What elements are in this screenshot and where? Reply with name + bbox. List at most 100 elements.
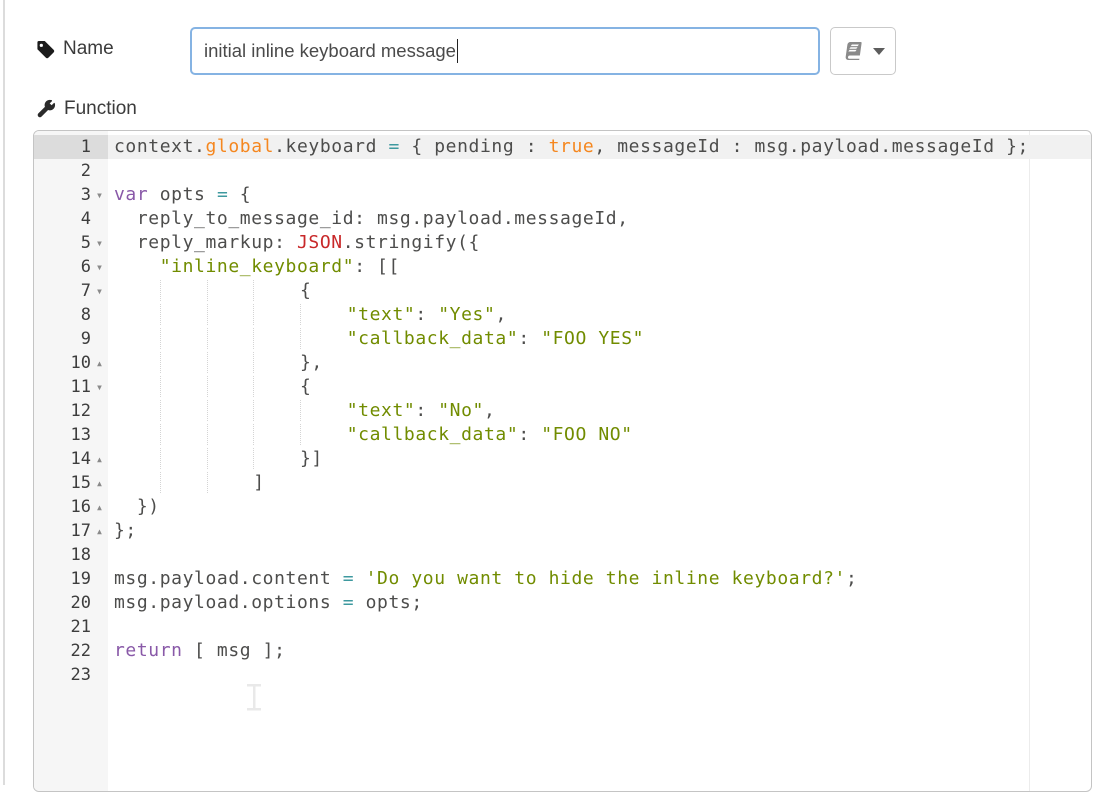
- gutter-line-3[interactable]: 3▾: [34, 183, 108, 207]
- code-token: .stringify({: [343, 232, 480, 253]
- mouse-ibeam-cursor: [243, 683, 265, 713]
- gutter-line-18[interactable]: 18: [34, 543, 108, 567]
- code-line-13[interactable]: "callback_data": "FOO NO": [114, 423, 1091, 447]
- code-token: return: [114, 640, 183, 661]
- code-token: "No": [438, 400, 484, 421]
- fold-open-icon[interactable]: ▾: [91, 231, 108, 255]
- code-line-20[interactable]: msg.payload.options = opts;: [114, 591, 1091, 615]
- code-line-21[interactable]: [114, 615, 1091, 639]
- function-label-text: Function: [64, 98, 137, 120]
- code-line-8[interactable]: "text": "Yes",: [114, 303, 1091, 327]
- code-line-1[interactable]: context.global.keyboard = { pending : tr…: [108, 135, 1091, 159]
- library-button[interactable]: [830, 27, 896, 75]
- line-number: 20: [34, 593, 91, 613]
- code-line-9[interactable]: "callback_data": "FOO YES": [114, 327, 1091, 351]
- fold-close-icon[interactable]: ▴: [91, 495, 108, 519]
- fold-open-icon[interactable]: ▾: [91, 375, 108, 399]
- gutter-line-19[interactable]: 19: [34, 567, 108, 591]
- line-number: 14: [34, 449, 91, 469]
- code-line-7[interactable]: {: [114, 279, 1091, 303]
- text-caret: [457, 39, 459, 63]
- line-number: 10: [34, 353, 91, 373]
- code-line-5[interactable]: reply_markup: JSON.stringify({: [114, 231, 1091, 255]
- code-line-12[interactable]: "text": "No",: [114, 399, 1091, 423]
- gutter-line-16[interactable]: 16▴: [34, 495, 108, 519]
- code-token: {: [117, 376, 311, 397]
- line-number: 7: [34, 281, 91, 301]
- code-line-15[interactable]: ]: [114, 471, 1091, 495]
- code-token: var: [114, 184, 148, 205]
- line-number: 16: [34, 497, 91, 517]
- code-line-11[interactable]: {: [114, 375, 1091, 399]
- code-line-19[interactable]: msg.payload.content = 'Do you want to hi…: [114, 567, 1091, 591]
- gutter-line-7[interactable]: 7▾: [34, 279, 108, 303]
- code-token: =: [217, 184, 228, 205]
- gutter-line-2[interactable]: 2: [34, 159, 108, 183]
- code-token: ]: [116, 472, 265, 493]
- code-token: msg.payload.options: [114, 592, 343, 613]
- gutter-line-17[interactable]: 17▴: [34, 519, 108, 543]
- editor-gutter[interactable]: 123▾45▾6▾7▾8910▴11▾121314▴15▴16▴17▴18192…: [34, 131, 108, 791]
- name-input[interactable]: initial inline keyboard message: [190, 27, 820, 75]
- line-number: 23: [34, 665, 91, 685]
- book-icon: [840, 39, 867, 63]
- code-token: global: [206, 136, 275, 157]
- gutter-line-13[interactable]: 13: [34, 423, 108, 447]
- code-token: , messageId : msg.payload.messageId };: [594, 136, 1029, 157]
- gutter-line-6[interactable]: 6▾: [34, 255, 108, 279]
- code-editor[interactable]: 123▾45▾6▾7▾8910▴11▾121314▴15▴16▴17▴18192…: [33, 130, 1092, 792]
- gutter-line-23[interactable]: 23: [34, 663, 108, 687]
- code-token: [118, 328, 347, 349]
- code-token: [118, 304, 347, 325]
- gutter-line-14[interactable]: 14▴: [34, 447, 108, 471]
- code-line-10[interactable]: },: [114, 351, 1091, 375]
- gutter-line-21[interactable]: 21: [34, 615, 108, 639]
- code-line-18[interactable]: [114, 543, 1091, 567]
- code-token: opts: [148, 184, 217, 205]
- fold-open-icon[interactable]: ▾: [91, 279, 108, 303]
- code-line-17[interactable]: };: [114, 519, 1091, 543]
- gutter-line-5[interactable]: 5▾: [34, 231, 108, 255]
- code-token: ;: [846, 568, 857, 589]
- gutter-line-11[interactable]: 11▾: [34, 375, 108, 399]
- line-number: 8: [34, 305, 91, 325]
- code-line-16[interactable]: }): [114, 495, 1091, 519]
- gutter-line-8[interactable]: 8: [34, 303, 108, 327]
- fold-close-icon[interactable]: ▴: [91, 471, 108, 495]
- code-token: "FOO NO": [541, 424, 633, 445]
- gutter-line-20[interactable]: 20: [34, 591, 108, 615]
- code-token: [ msg ];: [183, 640, 286, 661]
- panel-left-border: [3, 0, 5, 785]
- code-token: msg.payload.content: [114, 568, 343, 589]
- line-number: 13: [34, 425, 91, 445]
- code-token: JSON: [297, 232, 343, 253]
- code-line-4[interactable]: reply_to_message_id: msg.payload.message…: [114, 207, 1091, 231]
- code-line-14[interactable]: }]: [114, 447, 1091, 471]
- gutter-line-1[interactable]: 1: [34, 135, 108, 159]
- fold-close-icon[interactable]: ▴: [91, 447, 108, 471]
- fold-close-icon[interactable]: ▴: [91, 519, 108, 543]
- code-token: ,: [484, 400, 495, 421]
- fold-close-icon[interactable]: ▴: [91, 351, 108, 375]
- line-number: 12: [34, 401, 91, 421]
- fold-open-icon[interactable]: ▾: [91, 183, 108, 207]
- gutter-line-10[interactable]: 10▴: [34, 351, 108, 375]
- code-token: =: [343, 592, 354, 613]
- gutter-line-22[interactable]: 22: [34, 639, 108, 663]
- code-token: reply_to_message_id: msg.payload.message…: [114, 208, 629, 229]
- code-token: context.: [114, 136, 206, 157]
- fold-open-icon[interactable]: ▾: [91, 255, 108, 279]
- gutter-line-15[interactable]: 15▴: [34, 471, 108, 495]
- gutter-line-12[interactable]: 12: [34, 399, 108, 423]
- gutter-line-4[interactable]: 4: [34, 207, 108, 231]
- code-line-2[interactable]: [114, 159, 1091, 183]
- line-number: 2: [34, 161, 91, 181]
- code-token: =: [389, 136, 400, 157]
- code-line-22[interactable]: return [ msg ];: [114, 639, 1091, 663]
- code-token: "FOO YES": [541, 328, 644, 349]
- code-line-3[interactable]: var opts = {: [114, 183, 1091, 207]
- code-line-6[interactable]: "inline_keyboard": [[: [114, 255, 1091, 279]
- gutter-line-9[interactable]: 9: [34, 327, 108, 351]
- code-token: "text": [347, 400, 416, 421]
- wrench-icon: [36, 99, 56, 119]
